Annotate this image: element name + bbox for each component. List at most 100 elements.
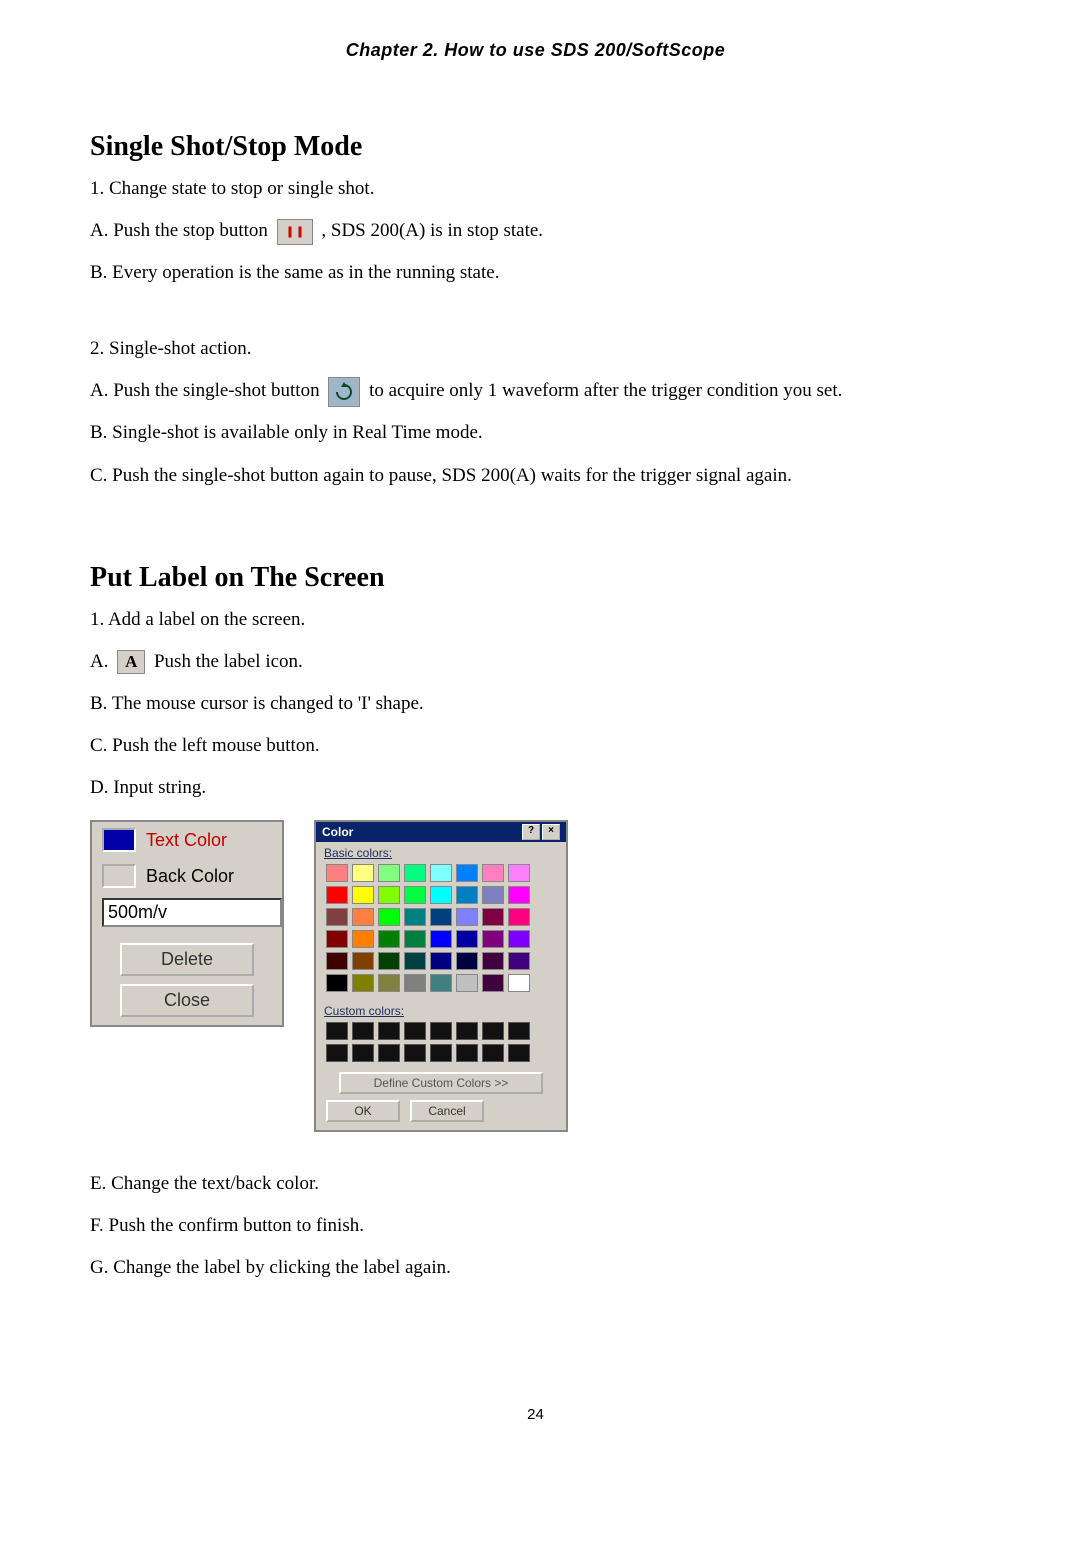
- color-swatch[interactable]: [378, 864, 400, 882]
- figure-row: Text Color Back Color Delete Close Color…: [90, 820, 981, 1132]
- color-swatch[interactable]: [352, 952, 374, 970]
- color-swatch[interactable]: [326, 930, 348, 948]
- custom-color-grid: [316, 1018, 566, 1070]
- text-color-swatch[interactable]: [102, 828, 136, 852]
- color-swatch[interactable]: [404, 930, 426, 948]
- custom-color-slot[interactable]: [482, 1044, 504, 1062]
- color-swatch[interactable]: [430, 930, 452, 948]
- text-fragment: , SDS 200(A) is in stop state.: [321, 220, 543, 241]
- color-swatch[interactable]: [352, 930, 374, 948]
- color-swatch[interactable]: [378, 952, 400, 970]
- color-swatch[interactable]: [326, 952, 348, 970]
- color-dialog-titlebar: Color ? ×: [316, 822, 566, 842]
- custom-color-slot[interactable]: [378, 1022, 400, 1040]
- help-icon[interactable]: ?: [522, 824, 540, 840]
- custom-color-slot[interactable]: [508, 1022, 530, 1040]
- color-swatch[interactable]: [508, 864, 530, 882]
- color-swatch[interactable]: [352, 974, 374, 992]
- color-swatch[interactable]: [378, 974, 400, 992]
- back-color-swatch[interactable]: [102, 864, 136, 888]
- custom-color-slot[interactable]: [508, 1044, 530, 1062]
- single-shot-icon: [328, 377, 360, 407]
- color-swatch[interactable]: [326, 908, 348, 926]
- color-swatch[interactable]: [326, 974, 348, 992]
- basic-colors-label: Basic colors:: [316, 842, 566, 860]
- custom-color-slot[interactable]: [326, 1044, 348, 1062]
- custom-color-slot[interactable]: [404, 1044, 426, 1062]
- color-swatch[interactable]: [482, 974, 504, 992]
- color-swatch[interactable]: [508, 886, 530, 904]
- text-line: A. A Push the label icon.: [90, 644, 981, 680]
- section-title-single-shot: Single Shot/Stop Mode: [90, 131, 981, 163]
- define-custom-colors-button[interactable]: Define Custom Colors >>: [339, 1072, 543, 1094]
- close-icon[interactable]: ×: [542, 824, 560, 840]
- text-fragment: to acquire only 1 waveform after the tri…: [369, 380, 842, 401]
- page-number: 24: [90, 1406, 981, 1423]
- back-color-row[interactable]: Back Color: [92, 858, 282, 894]
- cancel-button[interactable]: Cancel: [410, 1100, 484, 1122]
- color-swatch[interactable]: [378, 930, 400, 948]
- custom-color-slot[interactable]: [378, 1044, 400, 1062]
- color-swatch[interactable]: [404, 886, 426, 904]
- text-fragment: A.: [90, 651, 113, 672]
- color-swatch[interactable]: [352, 864, 374, 882]
- color-swatch[interactable]: [482, 886, 504, 904]
- color-swatch[interactable]: [482, 930, 504, 948]
- text-line: B. Every operation is the same as in the…: [90, 255, 981, 291]
- text-fragment: A. Push the single-shot button: [90, 380, 324, 401]
- color-swatch[interactable]: [378, 908, 400, 926]
- text-line: D. Input string.: [90, 770, 981, 806]
- color-swatch[interactable]: [326, 886, 348, 904]
- label-text-input[interactable]: [102, 898, 282, 927]
- custom-color-slot[interactable]: [326, 1022, 348, 1040]
- delete-button[interactable]: Delete: [120, 943, 254, 976]
- color-swatch[interactable]: [404, 864, 426, 882]
- close-button[interactable]: Close: [120, 984, 254, 1017]
- custom-colors-label: Custom colors:: [316, 1000, 566, 1018]
- text-color-row[interactable]: Text Color: [92, 822, 282, 858]
- color-swatch[interactable]: [456, 952, 478, 970]
- color-swatch[interactable]: [430, 886, 452, 904]
- color-swatch[interactable]: [404, 908, 426, 926]
- color-swatch[interactable]: [508, 930, 530, 948]
- color-swatch[interactable]: [378, 886, 400, 904]
- text-fragment: Push the label icon.: [154, 651, 303, 672]
- text-line: C. Push the left mouse button.: [90, 728, 981, 764]
- custom-color-slot[interactable]: [430, 1022, 452, 1040]
- color-swatch[interactable]: [430, 974, 452, 992]
- color-swatch[interactable]: [430, 864, 452, 882]
- color-swatch[interactable]: [326, 864, 348, 882]
- color-swatch[interactable]: [508, 974, 530, 992]
- color-swatch[interactable]: [482, 864, 504, 882]
- color-swatch[interactable]: [404, 952, 426, 970]
- color-swatch[interactable]: [482, 908, 504, 926]
- text-line: G. Change the label by clicking the labe…: [90, 1250, 981, 1286]
- color-swatch[interactable]: [456, 908, 478, 926]
- ok-button[interactable]: OK: [326, 1100, 400, 1122]
- color-swatch[interactable]: [352, 908, 374, 926]
- text-line: F. Push the confirm button to finish.: [90, 1208, 981, 1244]
- custom-color-slot[interactable]: [482, 1022, 504, 1040]
- chapter-header: Chapter 2. How to use SDS 200/SoftScope: [90, 40, 981, 61]
- custom-color-slot[interactable]: [456, 1044, 478, 1062]
- custom-color-slot[interactable]: [456, 1022, 478, 1040]
- color-swatch[interactable]: [404, 974, 426, 992]
- color-swatch[interactable]: [508, 908, 530, 926]
- custom-color-slot[interactable]: [430, 1044, 452, 1062]
- color-swatch[interactable]: [482, 952, 504, 970]
- color-swatch[interactable]: [456, 864, 478, 882]
- color-swatch[interactable]: [456, 974, 478, 992]
- custom-color-slot[interactable]: [404, 1022, 426, 1040]
- text-color-label: Text Color: [146, 830, 227, 851]
- custom-color-slot[interactable]: [352, 1044, 374, 1062]
- color-swatch[interactable]: [456, 930, 478, 948]
- custom-color-slot[interactable]: [352, 1022, 374, 1040]
- text-line: 1. Change state to stop or single shot.: [90, 171, 981, 207]
- color-swatch[interactable]: [456, 886, 478, 904]
- color-swatch[interactable]: [430, 952, 452, 970]
- color-swatch[interactable]: [430, 908, 452, 926]
- color-dialog-title: Color: [322, 825, 353, 839]
- color-swatch[interactable]: [508, 952, 530, 970]
- color-swatch[interactable]: [352, 886, 374, 904]
- text-line: E. Change the text/back color.: [90, 1166, 981, 1202]
